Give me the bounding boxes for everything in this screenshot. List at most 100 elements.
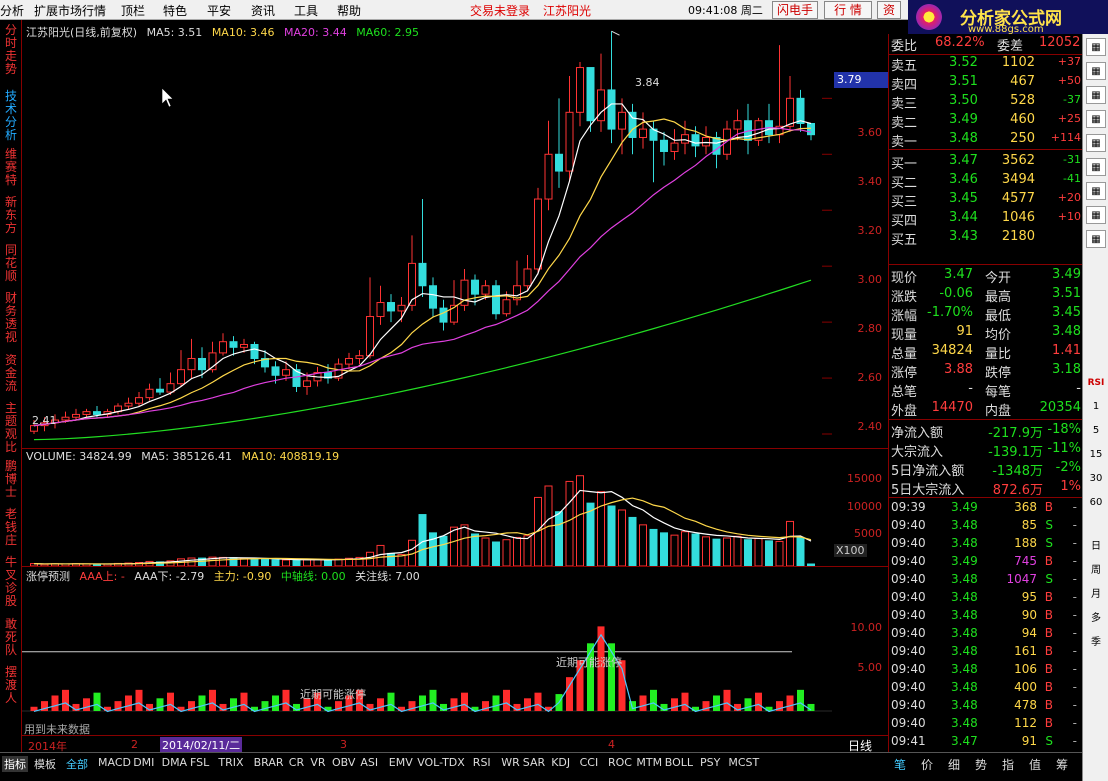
chart-icon[interactable]: ▦ (1086, 134, 1106, 152)
volume-bar (492, 541, 500, 566)
tab-tonghuashun[interactable]: 同花顺 (2, 244, 20, 283)
quote-button[interactable]: 行 情 (824, 1, 872, 19)
indicator-chart[interactable] (22, 566, 832, 735)
quote-tab[interactable]: 势 (975, 756, 987, 773)
quote-tab[interactable]: 筹 (1056, 756, 1068, 773)
indicator-tab-sar[interactable]: SAR (523, 756, 545, 769)
indicator-tab-brar[interactable]: BRAR (254, 756, 284, 769)
period-button-2[interactable]: 1 (1086, 398, 1106, 416)
volume-axis: 15000 10000 5000 X100 (832, 448, 888, 566)
menu-features[interactable]: 特色 (163, 2, 187, 19)
indicator-tab-全部[interactable]: 全部 (66, 756, 88, 772)
tick-price: 3.48 (951, 662, 978, 676)
indicator-tab-fsl[interactable]: FSL (190, 756, 209, 769)
indicator-tab-指标[interactable]: 指标 (2, 756, 28, 772)
function-icon[interactable]: ▦ (1086, 182, 1106, 200)
indicator-tab-mcst[interactable]: MCST (728, 756, 759, 769)
tick-time: 09:40 (891, 590, 926, 604)
quote-tab[interactable]: 值 (1029, 756, 1041, 773)
tab-finance[interactable]: 财务透视 (2, 292, 20, 344)
candle (681, 120, 689, 155)
quote-tab[interactable]: 笔 (894, 756, 906, 773)
indicator-bar (135, 689, 143, 711)
period-button-7[interactable]: 日 (1086, 538, 1106, 556)
indicator-tab-dmi[interactable]: DMI (133, 756, 154, 769)
chart-area[interactable]: 江苏阳光(日线,前复权) MA5: 3.51 MA10: 3.46 MA20: … (22, 20, 888, 736)
candle (597, 53, 605, 132)
indicator-tab-cci[interactable]: CCI (580, 756, 599, 769)
period-button-9[interactable]: 月 (1086, 586, 1106, 604)
period-button-3[interactable]: 5 (1086, 422, 1106, 440)
period-button-4[interactable]: 15 (1086, 446, 1106, 464)
tab-capital-flow[interactable]: 资金流 (2, 354, 20, 393)
indicator-tab-wr[interactable]: WR (501, 756, 520, 769)
indicator-tab-asi[interactable]: ASI (360, 756, 378, 769)
menu-pingan[interactable]: 平安 (207, 2, 231, 19)
candle-icon[interactable]: ▦ (1086, 38, 1106, 56)
tick-direction: B (1044, 608, 1053, 622)
indicator-tab-trix[interactable]: TRIX (218, 756, 243, 769)
period-button-8[interactable]: 周 (1086, 562, 1106, 580)
price-panel[interactable]: 江苏阳光(日线,前复权) MA5: 3.51 MA10: 3.46 MA20: … (22, 20, 832, 448)
info-button[interactable]: 资 (877, 1, 901, 19)
indicator-tab-psy[interactable]: PSY (700, 756, 720, 769)
indicator-tab-vol-tdx[interactable]: VOL-TDX (417, 756, 465, 769)
indicator-tab-mtm[interactable]: MTM (636, 756, 662, 769)
tab-weisaite[interactable]: 维赛特 (2, 148, 20, 187)
stat-label: 涨跌 (891, 290, 918, 305)
indicator-tab-macd[interactable]: MACD (98, 756, 131, 769)
indicator-tab-obv[interactable]: OBV (332, 756, 355, 769)
quote-tab[interactable]: 价 (921, 756, 933, 773)
menu-tools[interactable]: 工具 (294, 2, 318, 19)
stat-value: -0.06 (939, 286, 973, 301)
table-icon[interactable]: ▦ (1086, 86, 1106, 104)
period-button-11[interactable]: 季 (1086, 634, 1106, 652)
indicator-tab-dma[interactable]: DMA (162, 756, 188, 769)
indicator-tab-emv[interactable]: EMV (389, 756, 413, 769)
tab-baiduren[interactable]: 摆渡人 (2, 666, 20, 705)
tab-niucha[interactable]: 牛叉诊股 (2, 556, 20, 608)
login-status[interactable]: 交易未登录 (470, 2, 530, 19)
indicator-tab-模板[interactable]: 模板 (34, 756, 56, 772)
tool-icon[interactable]: ▦ (1086, 206, 1106, 224)
tab-gansidui[interactable]: 敢死队 (2, 618, 20, 657)
tick-volume: 161 (1014, 644, 1037, 658)
indicator-tab-kdj[interactable]: KDJ (551, 756, 570, 769)
quote-tab[interactable]: 细 (948, 756, 960, 773)
grid-icon[interactable]: ▦ (1086, 110, 1106, 128)
layers-icon[interactable]: ▦ (1086, 158, 1106, 176)
menu-news[interactable]: 资讯 (251, 2, 275, 19)
period-button-10[interactable]: 多 (1086, 610, 1106, 628)
menu-help[interactable]: 帮助 (337, 2, 361, 19)
period-button-6[interactable]: 60 (1086, 494, 1106, 512)
indicator-tab-cr[interactable]: CR (289, 756, 304, 769)
volume-panel[interactable]: VOLUME: 34824.99 MA5: 385126.41 MA10: 40… (22, 448, 832, 566)
period-button-5[interactable]: 30 (1086, 470, 1106, 488)
menu-analysis[interactable]: 分析 (0, 2, 24, 19)
indicator-tab-roc[interactable]: ROC (608, 756, 632, 769)
candlestick-chart[interactable] (22, 20, 832, 448)
tick-volume: 90 (1021, 608, 1037, 622)
tab-new-oriental[interactable]: 新东方 (2, 196, 20, 235)
indicator-tab-rsi[interactable]: RSI (473, 756, 491, 769)
quote-tab[interactable]: 指 (1002, 756, 1014, 773)
tab-intraday[interactable]: 分时走势 (2, 24, 20, 76)
menu-topbar[interactable]: 顶栏 (121, 2, 145, 19)
tab-theme[interactable]: 主题观比 (2, 402, 20, 454)
indicator-tab-boll[interactable]: BOLL (665, 756, 693, 769)
left-tab-strip: 分时走势 技术分析 维赛特 新东方 同花顺 财务透视 资金流 主题观比 鹏博士 … (0, 20, 22, 755)
tab-technical[interactable]: 技术分析 (2, 90, 20, 142)
flash-trade-button[interactable]: 闪电手 (772, 1, 818, 19)
candle (187, 338, 196, 379)
volume-chart[interactable] (22, 448, 832, 566)
bar-icon[interactable]: ▦ (1086, 62, 1106, 80)
tab-laoqianzhuang[interactable]: 老钱庄 (2, 508, 20, 547)
tab-pengboshi[interactable]: 鹏博士 (2, 460, 20, 499)
tick-direction: B (1044, 698, 1053, 712)
menu-extended-market[interactable]: 扩展市场行情 (34, 2, 106, 19)
zoom-icon[interactable]: ▦ (1086, 230, 1106, 248)
indicator-tab-vr[interactable]: VR (310, 756, 325, 769)
period-button-1[interactable]: RSI (1086, 374, 1106, 392)
flower-logo-icon (914, 2, 944, 32)
indicator-panel[interactable]: 涨停预测 AAA上: - AAA下: -2.79 主力: -0.90 中轴线: … (22, 566, 832, 736)
